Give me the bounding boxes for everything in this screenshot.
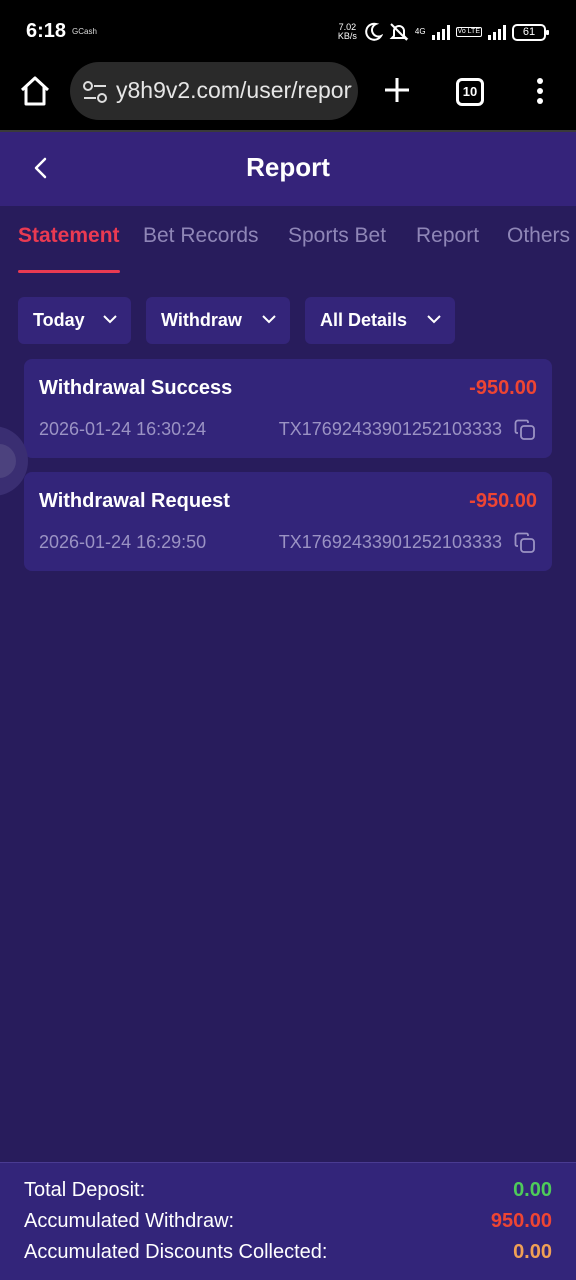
net-speed-unit: KB/s [337, 31, 357, 41]
summary-row-withdraw: Accumulated Withdraw: 950.00 [24, 1210, 552, 1240]
record-title: Withdrawal Success [39, 377, 233, 399]
filter-detail-label: All Details [320, 310, 408, 330]
browser-toolbar: y8h9v2.com/user/report 10 [0, 62, 576, 122]
record-amount: -950.00 [469, 377, 537, 399]
filter-type-dropdown[interactable]: Withdraw [146, 297, 290, 344]
address-bar[interactable]: y8h9v2.com/user/report [70, 62, 358, 120]
total-deposit-value: 0.00 [513, 1179, 552, 1201]
filter-date-label: Today [33, 310, 85, 330]
tab-statement[interactable]: Statement [18, 224, 120, 248]
page-header: Report [0, 132, 576, 206]
net-speed: 7.02 KB/s [338, 23, 357, 41]
copy-icon[interactable] [514, 532, 536, 554]
filter-date-dropdown[interactable]: Today [18, 297, 131, 344]
tab-sports-bet[interactable]: Sports Bet [288, 224, 386, 248]
filter-type-label: Withdraw [161, 310, 242, 330]
accumulated-discounts-label: Accumulated Discounts Collected: [24, 1241, 328, 1263]
network-type: 4G [414, 27, 426, 36]
tab-others[interactable]: Others [507, 224, 570, 248]
url-text[interactable]: y8h9v2.com/user/report [116, 77, 352, 104]
report-tabs: Statement Bet Records Sports Bet Report … [0, 206, 576, 276]
record-datetime: 2026-01-24 16:30:24 [39, 419, 207, 439]
summary-footer: Total Deposit: 0.00 Accumulated Withdraw… [0, 1162, 576, 1280]
chevron-down-icon [427, 315, 441, 324]
volte-badge: Vo LTE [455, 27, 482, 37]
page-title: Report [246, 152, 330, 182]
record-title: Withdrawal Request [39, 490, 230, 512]
record-card[interactable]: Withdrawal Request -950.00 2026-01-24 16… [24, 472, 552, 571]
status-bar: 6:18 GCash 7.02 KB/s 4G Vo LTE 61 [0, 0, 576, 62]
filter-detail-dropdown[interactable]: All Details [305, 297, 455, 344]
chevron-down-icon [262, 315, 276, 324]
status-icons: 7.02 KB/s 4G Vo LTE 61 [338, 20, 549, 44]
signal-bars-2-icon [488, 24, 506, 40]
moon-icon [365, 22, 383, 41]
accumulated-withdraw-value: 950.00 [490, 1210, 552, 1232]
more-menu-icon[interactable] [528, 76, 552, 106]
summary-row-discounts: Accumulated Discounts Collected: 0.00 [24, 1241, 552, 1271]
record-tx-id: TX17692433901252103333 [278, 532, 502, 552]
record-datetime: 2026-01-24 16:29:50 [39, 532, 207, 552]
chevron-down-icon [103, 315, 117, 324]
tab-bet-records[interactable]: Bet Records [143, 224, 259, 248]
home-icon[interactable] [18, 74, 52, 108]
active-tab-indicator [18, 270, 120, 273]
record-amount: -950.00 [469, 490, 537, 512]
bell-muted-icon [389, 23, 409, 41]
copy-icon[interactable] [514, 419, 536, 441]
tab-report[interactable]: Report [416, 224, 479, 248]
battery-icon: 61 [512, 23, 549, 41]
new-tab-icon[interactable] [382, 74, 412, 106]
record-tx-id: TX17692433901252103333 [278, 419, 502, 439]
accumulated-withdraw-label: Accumulated Withdraw: [24, 1210, 235, 1232]
summary-row-deposit: Total Deposit: 0.00 [24, 1179, 552, 1209]
total-deposit-label: Total Deposit: [24, 1179, 146, 1201]
accumulated-discounts-value: 0.00 [513, 1241, 552, 1263]
browser-chrome: 6:18 GCash 7.02 KB/s 4G Vo LTE 61 y8h9v2… [0, 0, 576, 132]
signal-bars-icon [431, 24, 450, 40]
tab-switcher-button[interactable]: 10 [456, 78, 484, 106]
filter-bar: Today Withdraw All Details [0, 297, 576, 345]
site-settings-icon[interactable] [82, 80, 108, 104]
status-time: 6:18 [26, 20, 67, 42]
record-card[interactable]: Withdrawal Success -950.00 2026-01-24 16… [24, 359, 552, 458]
status-notification-gcash: GCash [72, 27, 97, 36]
